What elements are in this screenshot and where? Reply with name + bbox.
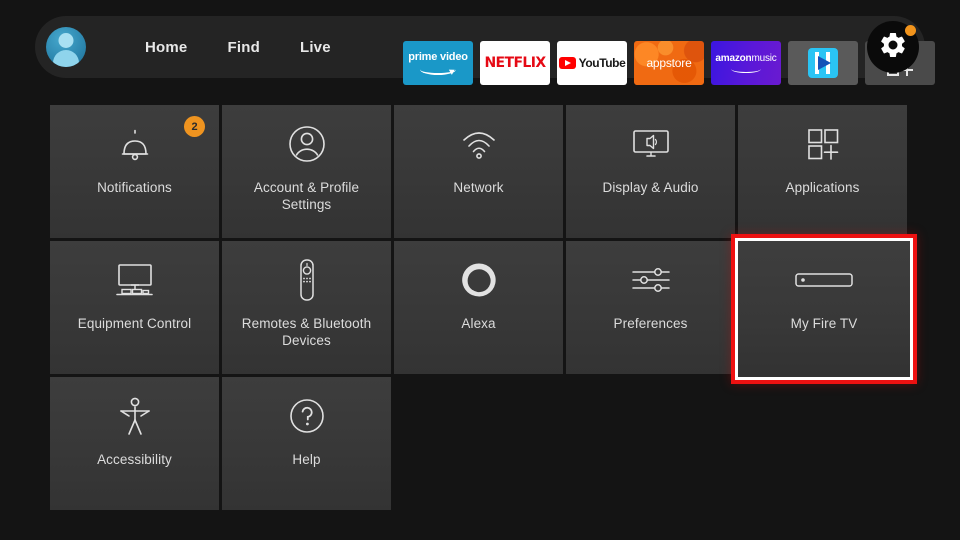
settings-tile-label: Preferences — [613, 316, 688, 331]
settings-tile-label: Remotes & Bluetooth Devices — [241, 316, 372, 348]
settings-tile-alexa[interactable]: Alexa — [394, 241, 566, 377]
app-shortcut-netflix[interactable]: NETFLIX — [480, 41, 550, 85]
settings-tile-label: Display & Audio — [602, 180, 699, 195]
settings-tile-label: Network — [453, 180, 504, 195]
bell-icon — [112, 109, 158, 179]
accessibility-person-icon — [112, 381, 158, 451]
person-circle-icon — [284, 109, 330, 179]
appstore-label: appstore — [646, 56, 692, 70]
settings-tile-applications[interactable]: Applications — [738, 105, 910, 241]
fire-tv-stick-icon — [792, 245, 856, 315]
settings-tile-my-fire-tv[interactable]: My Fire TV — [738, 241, 910, 377]
nav-item-find[interactable]: Find — [227, 39, 259, 56]
youtube-label: YouTube — [578, 56, 626, 70]
app-shortcut-row: prime video NETFLIX YouTube appstore ama… — [403, 41, 935, 85]
grid-empty-cell — [394, 377, 566, 513]
amazon-music-label: amazonmusic — [715, 52, 777, 64]
settings-tile-display-audio[interactable]: Display & Audio — [566, 105, 738, 241]
avatar-body — [53, 50, 79, 67]
blue-media-icon — [808, 48, 838, 78]
grid-empty-cell — [566, 377, 738, 513]
blue-play-triangle — [818, 56, 831, 70]
wifi-icon — [456, 109, 502, 179]
settings-gear-button[interactable] — [867, 21, 919, 73]
settings-tile-label: Applications — [785, 180, 860, 195]
sliders-icon — [625, 245, 677, 315]
settings-tile-equipment-control[interactable]: Equipment Control — [50, 241, 222, 377]
settings-tile-remotes-bluetooth-devices[interactable]: Remotes & Bluetooth Devices — [222, 241, 394, 377]
tv-soundbar-icon — [109, 245, 161, 315]
amazon-smile-icon — [731, 65, 761, 73]
settings-tile-label: Account & Profile Settings — [253, 180, 360, 212]
remote-control-icon — [284, 245, 330, 315]
settings-tile-label: Notifications — [97, 180, 172, 195]
app-shortcut-appstore[interactable]: appstore — [634, 41, 704, 85]
settings-tile-label: Accessibility — [97, 452, 172, 467]
settings-tile-notifications[interactable]: 2 Notifications — [50, 105, 222, 241]
settings-tile-label: Help — [292, 452, 321, 467]
profile-avatar[interactable] — [46, 27, 86, 67]
gear-icon — [878, 30, 908, 65]
notifications-badge: 2 — [184, 116, 205, 137]
prime-video-smile-icon — [420, 64, 456, 75]
netflix-label: NETFLIX — [484, 55, 546, 71]
fire-tv-settings-screen: Home Find Live prime video NETFLIX YouTu… — [0, 0, 960, 540]
amazon-music-word: music — [751, 52, 777, 64]
tv-speaker-icon — [626, 109, 676, 179]
app-shortcut-youtube[interactable]: YouTube — [557, 41, 627, 85]
nav-item-live[interactable]: Live — [300, 39, 331, 56]
app-shortcut-amazon-music[interactable]: amazonmusic — [711, 41, 781, 85]
youtube-play-icon — [558, 57, 576, 69]
settings-tile-label: Alexa — [461, 316, 496, 331]
top-navigation-bar: Home Find Live prime video NETFLIX YouTu… — [35, 16, 935, 85]
settings-notification-dot — [905, 25, 916, 36]
settings-tile-label: Equipment Control — [77, 316, 192, 331]
settings-tile-label: My Fire TV — [790, 316, 858, 331]
avatar-head — [58, 33, 74, 48]
app-shortcut-prime-video[interactable]: prime video — [403, 41, 473, 85]
app-shortcut-blue-media[interactable] — [788, 41, 858, 85]
apps-grid-plus-icon — [800, 109, 846, 179]
prime-video-label: prime video — [408, 50, 468, 63]
settings-tile-grid: 2 Notifications Account & Profile Settin… — [50, 105, 910, 513]
settings-tile-account-profile-settings[interactable]: Account & Profile Settings — [222, 105, 394, 241]
settings-tile-accessibility[interactable]: Accessibility — [50, 377, 222, 513]
settings-tile-preferences[interactable]: Preferences — [566, 241, 738, 377]
question-circle-icon — [284, 381, 330, 451]
settings-tile-help[interactable]: Help — [222, 377, 394, 513]
alexa-ring-icon — [456, 245, 502, 315]
amazon-music-brand: amazon — [715, 52, 752, 64]
settings-tile-network[interactable]: Network — [394, 105, 566, 241]
grid-empty-cell — [738, 377, 910, 513]
nav-links: Home Find Live — [145, 16, 331, 78]
nav-item-home[interactable]: Home — [145, 39, 187, 56]
